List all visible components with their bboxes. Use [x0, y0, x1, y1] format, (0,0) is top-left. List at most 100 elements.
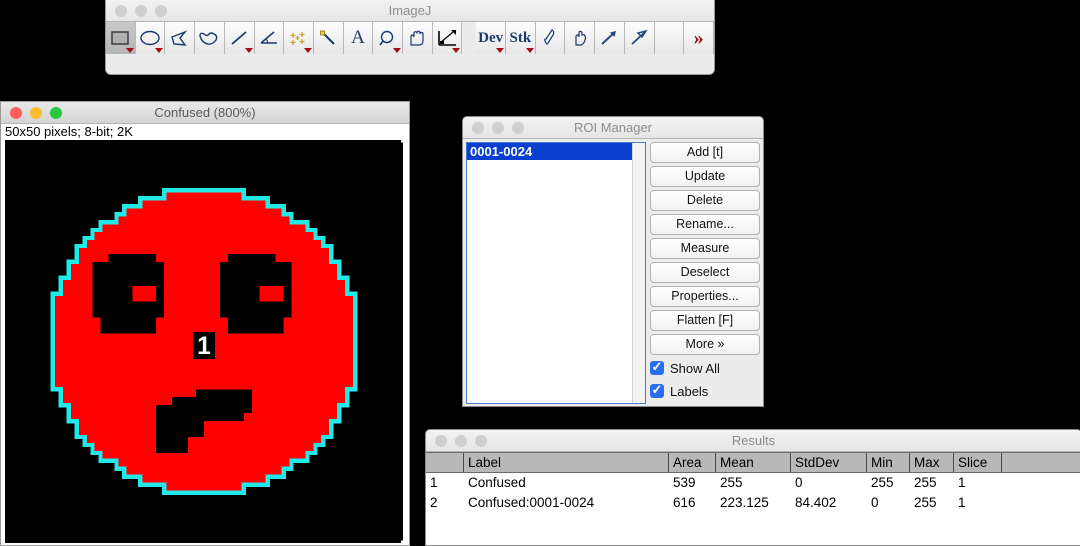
roi-manager-window: ROI Manager 0001-0024 Add [t] Update Del… [462, 116, 764, 407]
add-button[interactable]: Add [t] [650, 142, 760, 163]
image-window-title: Confused (800%) [154, 105, 256, 120]
zoom-button-icon[interactable] [475, 434, 487, 447]
chevron-down-icon[interactable] [525, 48, 534, 53]
table-row[interactable]: 1 Confused 539 255 0 255 255 1 [426, 473, 1080, 493]
delete-button[interactable]: Delete [650, 190, 760, 211]
column-header-spacer[interactable] [1002, 453, 1080, 472]
chevron-down-icon[interactable] [155, 48, 164, 53]
results-table-header[interactable]: Label Area Mean StdDev Min Max Slice [426, 452, 1080, 473]
roi-list-scrollbar[interactable] [632, 143, 645, 403]
zoom-button-icon[interactable] [155, 4, 167, 17]
chevron-down-icon[interactable] [244, 48, 253, 53]
rectangle-tool[interactable] [106, 22, 136, 54]
flag-arrow-tool[interactable] [624, 22, 655, 54]
more-button[interactable]: More » [650, 334, 760, 355]
table-row[interactable]: 2 Confused:0001-0024 616 223.125 84.402 … [426, 493, 1080, 513]
confused-face-image[interactable]: 1 [5, 140, 403, 543]
oval-tool[interactable] [135, 22, 166, 54]
minimize-button-icon[interactable] [30, 106, 42, 119]
more-tools[interactable]: » [684, 22, 714, 54]
window-controls[interactable] [1, 106, 62, 119]
column-header-max[interactable]: Max [910, 453, 954, 472]
fill-tool[interactable] [565, 22, 596, 54]
roi-manager-body: 0001-0024 Add [t] Update Delete Rename..… [463, 139, 763, 406]
results-window-title: Results [731, 433, 776, 448]
chevron-down-icon[interactable] [125, 48, 134, 53]
column-header-index[interactable] [426, 453, 464, 472]
image-canvas[interactable]: 1 [5, 140, 403, 543]
chevron-down-icon[interactable] [303, 48, 312, 53]
column-header-mean[interactable]: Mean [716, 453, 791, 472]
straight-line-tool[interactable] [224, 22, 255, 54]
angle-tool[interactable] [254, 22, 285, 54]
stack-tool[interactable]: Stk [506, 22, 536, 54]
text-tool[interactable]: A [343, 22, 374, 54]
zoom-button-icon[interactable] [50, 106, 62, 119]
dropper-tool[interactable] [432, 22, 463, 54]
text-A-icon: A [351, 27, 365, 48]
column-header-label[interactable]: Label [464, 453, 669, 472]
dev-tool[interactable]: Dev [476, 22, 506, 54]
minimize-button-icon[interactable] [135, 4, 147, 17]
dev-label: Dev [478, 29, 504, 46]
hand-tool[interactable] [403, 22, 433, 54]
chevron-down-icon[interactable] [452, 48, 461, 53]
minimize-button-icon[interactable] [455, 434, 467, 447]
close-button-icon[interactable] [435, 434, 447, 447]
imagej-toolbar[interactable]: A Dev Stk » [106, 22, 714, 54]
cell-index: 1 [430, 475, 438, 490]
image-titlebar[interactable]: Confused (800%) [1, 102, 409, 124]
labels-checkbox[interactable]: Labels [650, 381, 760, 401]
results-table[interactable]: Label Area Mean StdDev Min Max Slice 1 C… [426, 452, 1080, 545]
update-button[interactable]: Update [650, 166, 760, 187]
double-chevron-icon: » [693, 26, 704, 49]
checkbox-checked-icon[interactable] [650, 359, 664, 375]
window-controls[interactable] [106, 4, 167, 17]
show-all-checkbox[interactable]: Show All [650, 358, 760, 378]
cell-label: Confused [468, 475, 526, 490]
checkbox-checked-icon[interactable] [650, 382, 664, 398]
wand-tool[interactable] [313, 22, 344, 54]
close-button-icon[interactable] [10, 106, 22, 119]
close-button-icon[interactable] [472, 121, 484, 134]
chevron-down-icon[interactable] [496, 48, 504, 53]
cell-min: 255 [871, 475, 894, 490]
cell-slice: 1 [958, 475, 966, 490]
column-header-area[interactable]: Area [669, 453, 716, 472]
polygon-tool[interactable] [165, 22, 196, 54]
cell-min: 0 [871, 495, 879, 510]
roi-list-item[interactable]: 0001-0024 [467, 143, 645, 160]
results-titlebar[interactable]: Results [426, 430, 1080, 452]
magnifier-tool[interactable] [373, 22, 404, 54]
left-eye-highlight [132, 285, 157, 302]
imagej-main-window: ImageJ A Dev Stk » [105, 0, 715, 75]
window-controls[interactable] [426, 434, 487, 447]
imagej-titlebar[interactable]: ImageJ [106, 0, 714, 22]
cell-area: 616 [673, 495, 696, 510]
close-button-icon[interactable] [115, 4, 127, 17]
right-eye-highlight [259, 285, 284, 302]
column-header-slice[interactable]: Slice [954, 453, 1002, 472]
cell-stddev: 84.402 [795, 495, 837, 510]
freehand-tool[interactable] [195, 22, 225, 54]
point-tool[interactable] [284, 22, 314, 54]
labels-label: Labels [670, 383, 709, 399]
flatten-button[interactable]: Flatten [F] [650, 310, 760, 331]
empty-tool[interactable] [654, 22, 685, 54]
minimize-button-icon[interactable] [492, 121, 504, 134]
roi-list[interactable]: 0001-0024 [466, 142, 646, 404]
deselect-button[interactable]: Deselect [650, 262, 760, 283]
image-window: Confused (800%) 50x50 pixels; 8-bit; 2K [0, 101, 410, 546]
arrow-tool[interactable] [595, 22, 625, 54]
measure-button[interactable]: Measure [650, 238, 760, 259]
brush-tool[interactable] [535, 22, 566, 54]
column-header-stddev[interactable]: StdDev [791, 453, 867, 472]
column-header-min[interactable]: Min [867, 453, 910, 472]
results-window: Results Label Area Mean StdDev Min Max S… [425, 429, 1080, 546]
properties-button[interactable]: Properties... [650, 286, 760, 307]
window-controls[interactable] [463, 121, 524, 134]
zoom-button-icon[interactable] [512, 121, 524, 134]
roi-manager-titlebar[interactable]: ROI Manager [463, 117, 763, 139]
rename-button[interactable]: Rename... [650, 214, 760, 235]
chevron-down-icon[interactable] [393, 48, 402, 53]
